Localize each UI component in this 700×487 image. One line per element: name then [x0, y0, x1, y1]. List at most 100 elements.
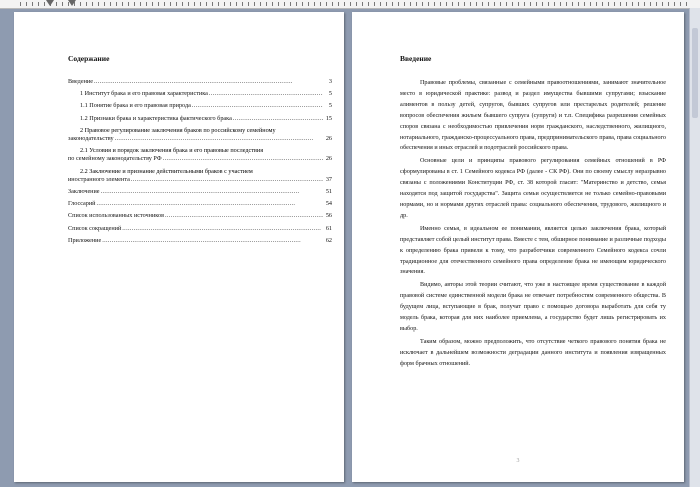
ruler-tick	[542, 2, 543, 6]
ruler-tick	[668, 2, 669, 6]
toc-entry-text: Приложение	[68, 236, 102, 244]
scrollbar-thumb[interactable]	[692, 28, 698, 118]
ruler-tick	[560, 2, 561, 6]
ruler-tick	[500, 2, 501, 6]
ruler-tick	[584, 2, 585, 6]
toc-entry-text: Введение	[68, 78, 93, 85]
toc-entry[interactable]: 1.2 Признаки брака и характеристика факт…	[68, 115, 332, 123]
ruler-tick	[380, 2, 381, 6]
toc-entry-text: 2 Правовое регулирование заключения брак…	[80, 126, 276, 134]
toc-leader-dots	[101, 188, 323, 196]
ruler-tick	[596, 2, 597, 6]
toc-entry-text-continued: законодательству	[68, 135, 114, 143]
ruler-tick	[494, 2, 495, 6]
ruler-tick	[602, 2, 603, 6]
ruler-tick	[368, 2, 369, 6]
ruler-tick	[200, 2, 201, 6]
toc-entry-text: 1 Институт брака и его правовая характер…	[80, 90, 208, 98]
ruler-tick	[452, 2, 453, 6]
ruler-tick	[530, 2, 531, 6]
ruler-tick	[422, 2, 423, 6]
ruler-tick	[32, 2, 33, 6]
ruler-tick	[572, 2, 573, 6]
toc-leader-dots	[131, 176, 323, 184]
toc-page-number: 56	[325, 212, 332, 220]
introduction-body: Правовые проблемы, связанные с семейными…	[400, 78, 666, 372]
toc-leader-dots	[192, 102, 323, 110]
ruler-tick	[218, 2, 219, 6]
ruler-tick	[212, 2, 213, 6]
ruler-tick	[236, 2, 237, 6]
toc-title: Содержание	[68, 54, 110, 63]
ruler-tick	[608, 2, 609, 6]
ruler-tick	[260, 2, 261, 6]
ruler-tick	[344, 2, 345, 6]
toc-entry-text: Глоссарий	[68, 200, 96, 208]
toc-entry[interactable]: Заключение 51	[68, 188, 332, 196]
ruler-tick	[92, 2, 93, 6]
toc-entry[interactable]: Введение 3	[68, 78, 332, 86]
ruler-tick	[518, 2, 519, 6]
horizontal-ruler[interactable]	[0, 0, 700, 9]
ruler-tick	[308, 2, 309, 6]
ruler-tick	[278, 2, 279, 6]
ruler-tick	[98, 2, 99, 6]
ruler-tick	[56, 2, 57, 6]
ruler-tick	[62, 2, 63, 6]
ruler-tick	[470, 2, 471, 6]
vertical-scrollbar[interactable]	[689, 8, 700, 487]
ruler-tick	[620, 2, 621, 6]
document-page-contents: Содержание Введение 3 1 Институт брака и е…	[14, 12, 344, 482]
ruler-tick	[206, 2, 207, 6]
ruler-tick	[554, 2, 555, 6]
ruler-tick	[332, 2, 333, 6]
ruler-tick	[44, 2, 45, 6]
page-number: 3	[516, 458, 520, 464]
toc-page-number: 37	[325, 175, 332, 183]
toc-page-number: 5	[328, 90, 332, 98]
toc-entry[interactable]: 1 Институт брака и его правовая характер…	[68, 90, 332, 98]
toc-entry[interactable]: 2.1 Условия и порядок заключения брака и…	[68, 147, 332, 163]
toc-entry[interactable]: 1.1 Понятие брака и его правовая природа…	[68, 102, 332, 110]
toc-entry-text-continued: по семейному законодательству РФ	[68, 155, 162, 163]
ruler-tick	[230, 2, 231, 6]
ruler-tick	[326, 2, 327, 6]
toc-page-number: 15	[325, 114, 332, 122]
ruler-tick	[350, 2, 351, 6]
toc-leader-dots	[209, 90, 323, 98]
ruler-tick	[152, 2, 153, 6]
ruler-tick	[164, 2, 165, 6]
toc-entry[interactable]: Список сокращений 61	[68, 225, 332, 233]
toc-leader-dots	[102, 237, 323, 245]
toc-entry[interactable]: 2.2 Заключение и признание действительны…	[68, 168, 332, 184]
toc-entry-text: Список использованных источников	[68, 212, 164, 220]
document-page-introduction: Введение Правовые проблемы, связанные с …	[352, 12, 684, 482]
ruler-tick	[242, 2, 243, 6]
indent-marker[interactable]	[46, 0, 54, 6]
ruler-tick	[104, 2, 105, 6]
ruler-tick	[428, 2, 429, 6]
ruler-tick	[26, 2, 27, 6]
indent-marker[interactable]	[68, 0, 76, 6]
toc-leader-dots	[94, 78, 323, 86]
toc-entry[interactable]: 2 Правовое регулирование заключения брак…	[68, 127, 332, 143]
ruler-tick	[674, 2, 675, 6]
ruler-tick	[194, 2, 195, 6]
toc-spacer	[68, 245, 332, 249]
ruler-tick	[110, 2, 111, 6]
ruler-tick	[362, 2, 363, 6]
toc-entry[interactable]: Глоссарий 54	[68, 200, 332, 208]
ruler-tick	[614, 2, 615, 6]
ruler-tick	[374, 2, 375, 6]
toc-page-number: 61	[325, 224, 332, 232]
ruler-tick	[134, 2, 135, 6]
ruler-tick	[272, 2, 273, 6]
ruler-tick	[410, 2, 411, 6]
ruler-tick	[290, 2, 291, 6]
ruler-tick	[548, 2, 549, 6]
ruler-tick	[188, 2, 189, 6]
ruler-tick	[536, 2, 537, 6]
toc-entry-text: 2.1 Условия и порядок заключения брака и…	[80, 147, 264, 155]
toc-entry[interactable]: Список использованных источников 56	[68, 212, 332, 220]
toc-entry[interactable]: Приложение 62	[68, 237, 332, 245]
